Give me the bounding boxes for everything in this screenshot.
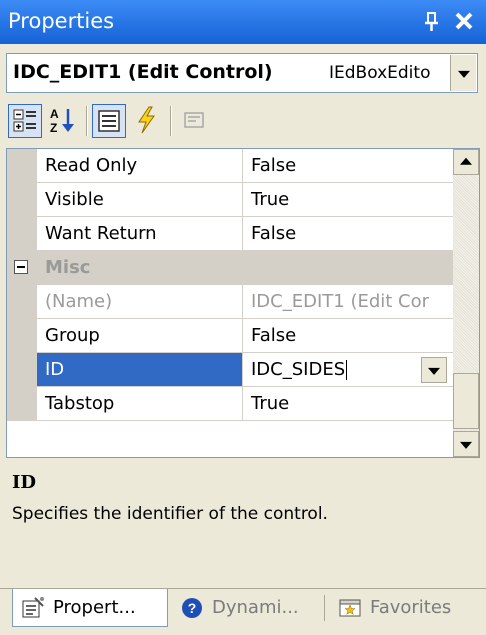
- tab-dynamic-help[interactable]: ? Dynami...: [172, 589, 320, 627]
- property-pages-button[interactable]: [178, 104, 212, 138]
- description-panel: ID Specifies the identifier of the contr…: [6, 466, 480, 582]
- row-margin: [7, 353, 37, 387]
- help-icon: ?: [182, 598, 202, 618]
- property-row[interactable]: Read Only False: [7, 149, 453, 183]
- object-selector-dropdown-button[interactable]: [450, 55, 476, 91]
- object-type: IEdBoxEdito: [329, 63, 431, 83]
- categorized-button[interactable]: [8, 104, 42, 138]
- property-row-selected[interactable]: ID IDC_SIDES: [7, 353, 453, 387]
- property-value[interactable]: False: [243, 217, 453, 251]
- scroll-up-button[interactable]: [453, 149, 479, 175]
- chevron-down-icon: [460, 441, 472, 449]
- property-name[interactable]: ID: [37, 353, 243, 387]
- scroll-thumb[interactable]: [453, 373, 479, 429]
- property-name[interactable]: Tabstop: [37, 387, 243, 421]
- chevron-down-icon: [428, 367, 440, 375]
- tab-label: Dynami...: [212, 597, 299, 618]
- collapse-icon[interactable]: [14, 260, 28, 274]
- property-value-editor[interactable]: IDC_SIDES: [243, 353, 453, 387]
- property-name[interactable]: (Name): [37, 285, 243, 319]
- row-margin: [7, 285, 37, 319]
- property-name[interactable]: Visible: [37, 183, 243, 217]
- favorites-icon: [339, 599, 361, 617]
- categorized-icon: [13, 109, 36, 132]
- toolbar-separator: [170, 106, 172, 136]
- property-value[interactable]: True: [243, 183, 453, 217]
- object-name: IDC_EDIT1 (Edit Control): [13, 61, 273, 83]
- property-value[interactable]: IDC_EDIT1 (Edit Cor: [243, 285, 453, 319]
- property-pages-icon: [184, 112, 204, 128]
- property-row[interactable]: (Name) IDC_EDIT1 (Edit Cor: [7, 285, 453, 319]
- property-row[interactable]: Visible True: [7, 183, 453, 217]
- text-caret: [346, 360, 348, 380]
- bottom-tabs: Propert... ? Dynami... Favorites: [0, 588, 486, 629]
- tab-label: Favorites: [370, 597, 452, 618]
- row-margin: [7, 217, 37, 251]
- description-title: ID: [12, 472, 37, 493]
- vertical-scrollbar[interactable]: [453, 149, 479, 457]
- toolbar-separator: [86, 106, 88, 136]
- id-input-text: IDC_SIDES: [251, 359, 346, 380]
- property-sheet-icon: [22, 597, 44, 618]
- alphabetical-icon: A Z: [50, 107, 74, 135]
- property-value[interactable]: True: [243, 387, 453, 421]
- title-bar[interactable]: Properties: [0, 0, 486, 44]
- row-margin: [7, 183, 37, 217]
- events-icon: [138, 106, 155, 134]
- tab-properties[interactable]: Propert...: [12, 589, 168, 627]
- property-name[interactable]: Want Return: [37, 217, 243, 251]
- chevron-up-icon: [460, 157, 472, 165]
- svg-text:A: A: [50, 107, 59, 121]
- alphabetical-button[interactable]: A Z: [46, 104, 80, 138]
- property-value[interactable]: False: [243, 149, 453, 183]
- property-row[interactable]: Group False: [7, 319, 453, 353]
- scroll-down-button[interactable]: [453, 431, 479, 457]
- description-text: Specifies the identifier of the control.: [12, 504, 328, 524]
- properties-icon: [98, 110, 120, 132]
- object-selector[interactable]: IDC_EDIT1 (Edit Control) IEdBoxEdito: [6, 53, 478, 93]
- property-row[interactable]: Want Return False: [7, 217, 453, 251]
- properties-button[interactable]: [92, 104, 126, 138]
- svg-text:?: ?: [188, 600, 197, 616]
- row-margin: [7, 149, 37, 183]
- tab-favorites[interactable]: Favorites: [330, 589, 480, 627]
- properties-toolbar: A Z: [6, 100, 480, 144]
- property-value[interactable]: False: [243, 319, 453, 353]
- property-name[interactable]: Group: [37, 319, 243, 353]
- events-button[interactable]: [130, 104, 164, 138]
- pin-icon[interactable]: [420, 7, 444, 35]
- svg-text:Z: Z: [50, 121, 57, 135]
- category-row-misc[interactable]: Misc: [7, 251, 453, 285]
- property-grid: Read Only False Visible True Want Return…: [6, 148, 480, 458]
- row-margin: [7, 387, 37, 421]
- property-name[interactable]: Read Only: [37, 149, 243, 183]
- id-dropdown-button[interactable]: [421, 357, 447, 383]
- property-row[interactable]: Tabstop True: [7, 387, 453, 421]
- window-title: Properties: [8, 9, 115, 33]
- tab-label: Propert...: [53, 597, 136, 618]
- close-icon[interactable]: [450, 6, 478, 36]
- tab-separator: [324, 595, 325, 621]
- category-label: Misc: [45, 257, 91, 278]
- chevron-down-icon: [457, 70, 470, 78]
- properties-window: Properties IDC_EDIT1 (Edit Control) IEdB…: [0, 0, 486, 635]
- id-input[interactable]: IDC_SIDES: [243, 355, 419, 385]
- row-margin: [7, 319, 37, 353]
